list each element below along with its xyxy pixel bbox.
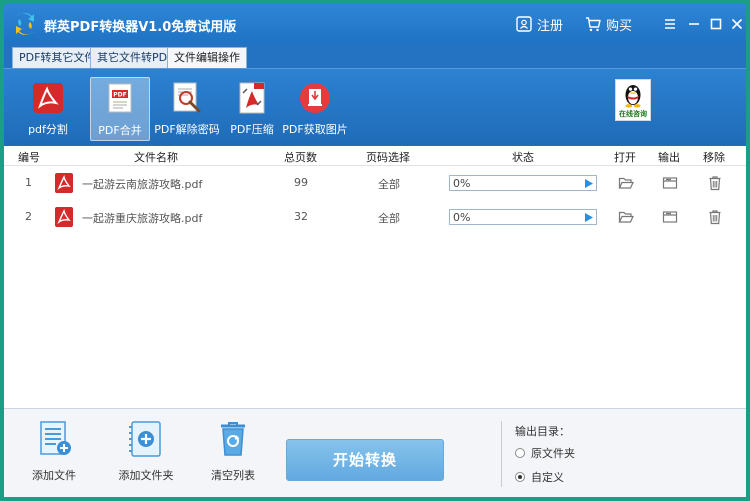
- app-title: 群英PDF转换器V1.0免费试用版: [44, 20, 237, 35]
- tab-bar: PDF转其它文件 其它文件转PDF 文件编辑操作: [4, 44, 746, 69]
- file-table-header: 编号 文件名称 总页数 页码选择 状态 打开 输出 移除: [4, 146, 746, 166]
- bottom-panel: 添加文件 添加文件夹 清空列表 开始转换 输出目录： 原文件夹 自定义: [4, 408, 746, 497]
- add-file-icon: [40, 421, 71, 455]
- register-button[interactable]: 注册: [516, 15, 564, 34]
- menu-button[interactable]: [660, 14, 680, 34]
- minimize-icon: [689, 23, 699, 25]
- row-progress-bar[interactable]: 0%: [449, 175, 597, 191]
- custom-folder-radio[interactable]: [515, 472, 525, 482]
- row-pages: 99: [294, 176, 308, 189]
- title-bar: 群英PDF转换器V1.0免费试用版 注册 购买: [4, 4, 746, 44]
- header-filename: 文件名称: [134, 151, 178, 164]
- pdf-compress-icon: [239, 82, 265, 114]
- row-index: 1: [25, 176, 32, 189]
- header-status: 状态: [512, 151, 534, 164]
- maximize-button[interactable]: [706, 14, 726, 34]
- add-file-button[interactable]: 添加文件: [19, 419, 89, 483]
- svg-text:PDF: PDF: [113, 92, 126, 99]
- minimize-button[interactable]: [684, 14, 704, 34]
- output-folder-icon[interactable]: [662, 175, 678, 191]
- pdf-file-icon: [55, 207, 73, 227]
- row-progress-bar[interactable]: 0%: [449, 209, 597, 225]
- maximize-icon: [710, 18, 722, 30]
- source-folder-radio[interactable]: [515, 448, 525, 458]
- add-folder-label: 添加文件夹: [118, 469, 174, 482]
- tool-pdf-split[interactable]: pdf分割: [18, 77, 78, 141]
- play-icon: [585, 179, 593, 188]
- panel-divider: [501, 421, 502, 487]
- header-remove: 移除: [703, 151, 725, 164]
- pdf-file-icon: [55, 173, 73, 193]
- header-output: 输出: [658, 151, 680, 164]
- open-folder-icon[interactable]: [618, 175, 634, 191]
- clear-list-button[interactable]: 清空列表: [198, 419, 268, 483]
- register-label: 注册: [537, 18, 564, 34]
- option-source-folder[interactable]: 原文件夹: [515, 445, 575, 461]
- add-folder-button[interactable]: 添加文件夹: [109, 419, 183, 483]
- row-pages: 32: [294, 210, 308, 223]
- header-pages: 总页数: [284, 151, 317, 164]
- row-progress-text: 0%: [453, 211, 471, 224]
- add-folder-icon: [129, 421, 161, 457]
- table-row[interactable]: 1 一起游云南旅游攻略.pdf 99 全部 0%: [4, 166, 746, 200]
- output-dir-label: 输出目录：: [515, 425, 570, 438]
- tab-file-edit[interactable]: 文件编辑操作: [167, 47, 247, 69]
- register-icon: [516, 16, 532, 32]
- custom-path-field[interactable]: [604, 467, 734, 485]
- buy-label: 购买: [606, 18, 633, 34]
- trash-icon[interactable]: [707, 209, 723, 225]
- tool-pdf-compress-label: PDF压缩: [230, 123, 274, 136]
- qq-online-consult[interactable]: 在线咨询: [615, 79, 651, 121]
- buy-button[interactable]: 购买: [585, 15, 633, 34]
- header-index: 编号: [18, 151, 40, 164]
- output-folder-icon[interactable]: [662, 209, 678, 225]
- tab-pdf-to-other[interactable]: PDF转其它文件: [12, 47, 103, 68]
- close-icon: [731, 18, 743, 30]
- menu-icon: [665, 19, 675, 29]
- trash-icon[interactable]: [707, 175, 723, 191]
- table-row[interactable]: 2 一起游重庆旅游攻略.pdf 32 全部 0%: [4, 200, 746, 234]
- play-icon: [585, 213, 593, 222]
- pdf-split-icon: [33, 83, 63, 113]
- pdf-merge-icon: PDF: [108, 83, 132, 113]
- row-index: 2: [25, 210, 32, 223]
- clear-list-label: 清空列表: [211, 469, 255, 482]
- app-content: 群英PDF转换器V1.0免费试用版 注册 购买 PDF转其它文件 其它文件转PD…: [4, 4, 746, 497]
- app-window: 群英PDF转换器V1.0免费试用版 注册 购买 PDF转其它文件 其它文件转PD…: [0, 0, 750, 501]
- tool-pdf-extract-image-label: PDF获取图片: [282, 123, 348, 136]
- option-custom-folder[interactable]: 自定义: [515, 469, 564, 485]
- header-open: 打开: [614, 151, 636, 164]
- cart-icon: [586, 17, 601, 32]
- tool-pdf-extract-image[interactable]: PDF获取图片: [280, 77, 350, 141]
- tool-pdf-compress[interactable]: PDF压缩: [222, 77, 282, 141]
- source-folder-label: 原文件夹: [531, 447, 575, 460]
- row-page-select[interactable]: 全部: [378, 210, 400, 226]
- qq-online-consult-label: 在线咨询: [619, 110, 647, 118]
- tool-pdf-unlock-label: PDF解除密码: [154, 123, 220, 136]
- tool-pdf-merge-label: PDF合并: [98, 124, 142, 137]
- add-file-label: 添加文件: [32, 469, 76, 482]
- header-page-select: 页码选择: [366, 151, 410, 164]
- start-convert-button[interactable]: 开始转换: [286, 439, 444, 481]
- toolbar: pdf分割 PDF PDF合并 PDF解除密码 PDF压缩 PDF获取图片 在线…: [4, 68, 746, 146]
- clear-list-icon: [221, 422, 245, 456]
- row-filename: 一起游重庆旅游攻略.pdf: [82, 212, 203, 225]
- tool-pdf-split-label: pdf分割: [28, 123, 68, 136]
- row-progress-text: 0%: [453, 177, 471, 190]
- close-button[interactable]: [728, 14, 746, 34]
- tool-pdf-unlock[interactable]: PDF解除密码: [154, 77, 220, 141]
- custom-folder-label: 自定义: [531, 471, 564, 484]
- open-folder-icon[interactable]: [618, 209, 634, 225]
- row-filename: 一起游云南旅游攻略.pdf: [82, 178, 203, 191]
- app-logo-icon: [16, 13, 34, 35]
- pdf-unlock-icon: [173, 82, 201, 113]
- qq-penguin-icon: [625, 85, 641, 108]
- tool-pdf-merge[interactable]: PDF PDF合并: [90, 77, 150, 141]
- row-page-select[interactable]: 全部: [378, 176, 400, 192]
- pdf-extract-image-icon: [300, 83, 330, 113]
